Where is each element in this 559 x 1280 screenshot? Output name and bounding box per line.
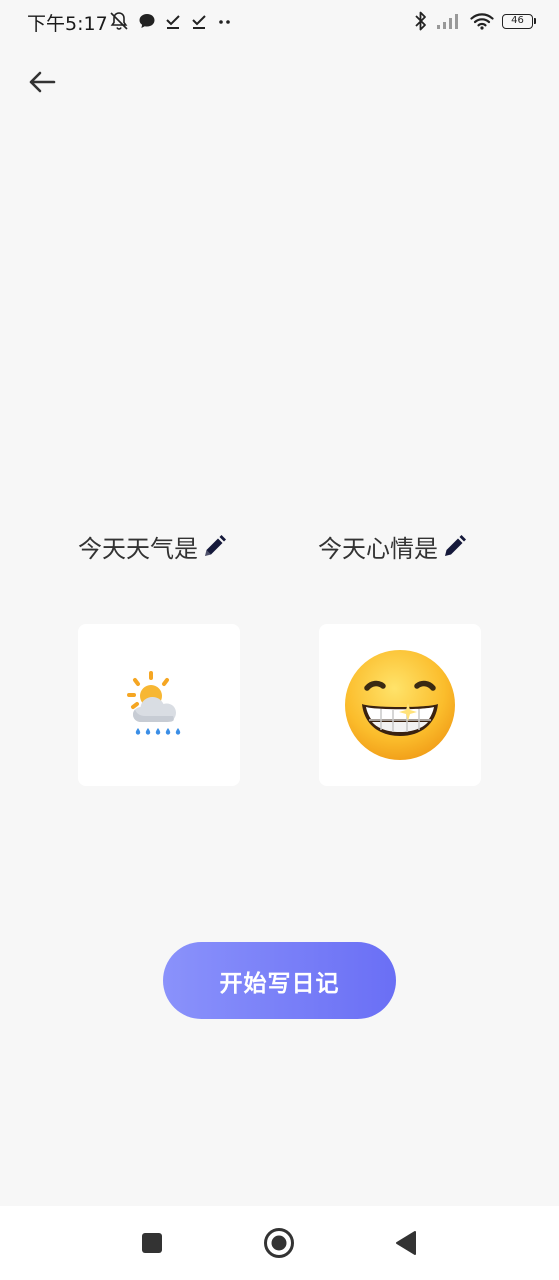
arrow-left-icon	[29, 71, 56, 93]
status-left-icons	[108, 10, 234, 32]
pencil-icon[interactable]	[201, 533, 228, 560]
status-time: 下午5:17	[27, 13, 108, 35]
grinning-face-icon	[345, 650, 455, 760]
diary-mood-weather-screen: 下午5:17 46 今天天气是 今天心情是 开始写日记	[0, 0, 559, 1280]
mute-bell-icon	[108, 10, 130, 32]
system-back-button[interactable]	[389, 1226, 423, 1260]
recent-apps-icon	[142, 1233, 162, 1253]
signal-icon	[436, 12, 462, 30]
start-writing-diary-button[interactable]: 开始写日记	[163, 942, 396, 1019]
download-done-icon	[190, 12, 208, 30]
home-button[interactable]	[262, 1226, 296, 1260]
pencil-icon[interactable]	[441, 533, 468, 560]
more-dots-icon	[216, 12, 234, 30]
status-right-icons: 46	[414, 10, 536, 32]
sun-behind-rain-cloud-icon	[127, 671, 181, 735]
battery-icon: 46	[502, 13, 536, 29]
recent-apps-button[interactable]	[135, 1226, 169, 1260]
system-nav-bar	[0, 1206, 559, 1280]
bluetooth-icon	[414, 10, 428, 32]
weather-label: 今天天气是	[78, 528, 228, 564]
home-icon	[264, 1228, 294, 1258]
back-icon	[396, 1231, 416, 1255]
back-button[interactable]	[22, 62, 62, 102]
mood-card[interactable]	[319, 624, 481, 786]
status-bar: 下午5:17 46	[0, 0, 559, 42]
weather-card[interactable]	[78, 624, 240, 786]
mood-label: 今天心情是	[318, 528, 468, 564]
wifi-icon	[470, 12, 494, 30]
chat-bubble-icon	[138, 12, 156, 30]
download-done-icon	[164, 12, 182, 30]
weather-label-text: 今天天气是	[78, 534, 198, 563]
mood-label-text: 今天心情是	[318, 534, 438, 563]
